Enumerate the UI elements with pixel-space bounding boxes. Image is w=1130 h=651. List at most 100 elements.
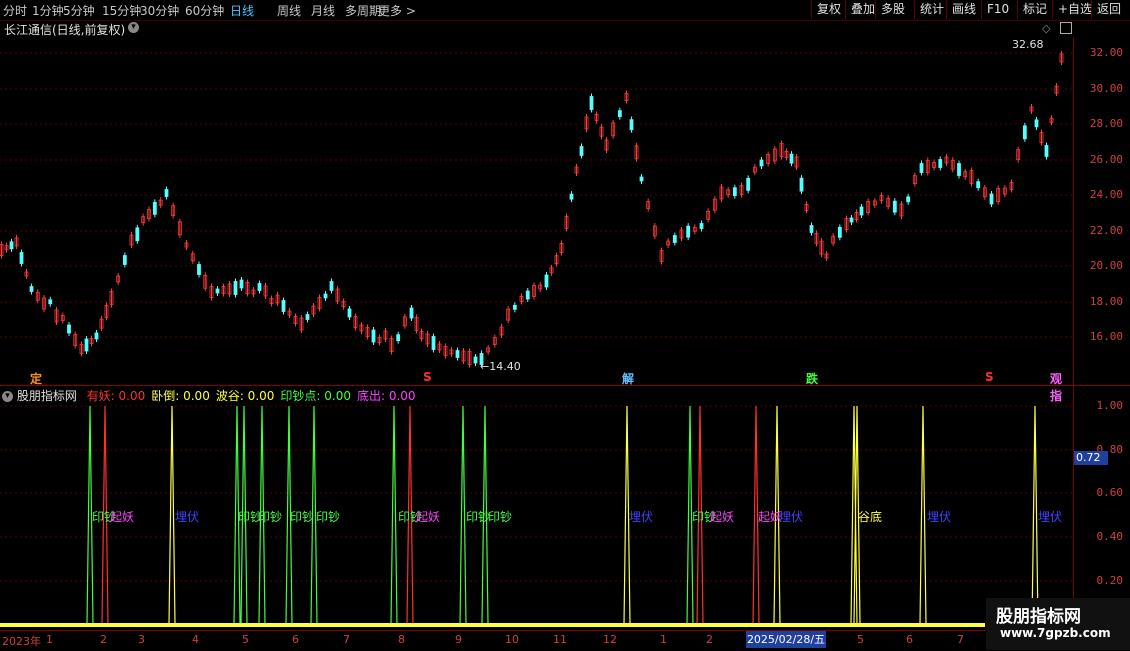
date-tick: 2 (706, 633, 713, 646)
candle-body (281, 300, 286, 312)
date-tick: 3 (138, 633, 145, 646)
date-tick: 2023年 (2, 635, 41, 648)
date-tick: 6 (906, 633, 913, 646)
candle-body (617, 110, 622, 118)
candle-body (544, 274, 549, 288)
indicator-tick: 0.20 (1096, 574, 1124, 587)
toolbar-button-5[interactable]: F10 (981, 0, 1014, 19)
candle-body (957, 163, 961, 176)
period-tab-1[interactable]: 1分钟 (32, 2, 64, 19)
indicator-signal-label: 谷底 (858, 510, 883, 524)
period-tab-0[interactable]: 分时 (3, 2, 27, 19)
date-tick: 8 (398, 633, 405, 646)
candle-body (455, 350, 460, 358)
candle-body (579, 146, 584, 156)
toolbar-button-3[interactable]: 统计 (914, 0, 949, 19)
indicator-signal-label: 埋伏 (779, 510, 804, 524)
indicator-signal-label: 印钞 (290, 510, 315, 524)
date-axis: 2023年 1 2 3 4 5 6 7 8 9 10 11 12 1 2 5 6 7 (0, 630, 985, 651)
candle-body (197, 264, 201, 275)
price-tick: 28.00 (1089, 117, 1123, 130)
candle-body (347, 308, 352, 318)
candle-body (569, 193, 574, 200)
date-tick: 1 (660, 633, 667, 646)
stock-title: 长江通信(日线,前复权) (4, 23, 126, 37)
period-tab-3[interactable]: 15分钟 (102, 2, 141, 19)
window-icon[interactable] (1060, 22, 1072, 34)
toolbar-button-8[interactable]: 返回 (1091, 0, 1126, 19)
candle-body (94, 332, 99, 340)
candle-body (135, 227, 140, 242)
candle-body (9, 241, 14, 250)
period-tab-5[interactable]: 60分钟 (185, 2, 224, 19)
indicator-signal-label: 起妖 (416, 510, 441, 524)
candle-body (849, 217, 854, 223)
candle-body (409, 307, 414, 319)
candle-body (938, 159, 943, 168)
candle-body (989, 193, 994, 205)
toolbar-button-6[interactable]: 标记 (1017, 0, 1052, 19)
candle-body (371, 329, 376, 343)
indicator-signal-label: 埋伏 (629, 510, 654, 524)
candle-body (512, 304, 517, 310)
candle-body (1034, 119, 1039, 128)
candle-body (699, 223, 704, 229)
candle-body (809, 225, 814, 233)
logo-url: www.7gpzb.com (1000, 626, 1111, 640)
date-tick: 12 (603, 633, 617, 646)
indicator-tick: 0.60 (1096, 486, 1124, 499)
candle-body (84, 338, 89, 352)
high-price-label: 32.68 (1012, 38, 1044, 51)
signal-marks: 定 S 解跌 S 观指 (0, 370, 1073, 403)
period-tab-10[interactable]: 更多 > (378, 2, 416, 19)
price-tick: 20.00 (1089, 259, 1123, 272)
candlestick-chart[interactable] (0, 37, 1073, 385)
indicator-signal-label: 埋伏 (1038, 510, 1063, 524)
candle-body (473, 356, 478, 364)
period-tab-9[interactable]: 多周期 (345, 2, 381, 19)
price-tick: 24.00 (1089, 188, 1123, 201)
candle-body (48, 299, 53, 305)
candle-body (906, 196, 911, 203)
crosshair-date: 2025/02/28/五 (746, 631, 826, 648)
period-tab-4[interactable]: 30分钟 (140, 2, 179, 19)
signal-mark: S (423, 370, 432, 384)
candle-body (799, 177, 804, 192)
candle-body (672, 235, 677, 243)
period-tab-7[interactable]: 周线 (277, 2, 301, 19)
chevron-down-icon[interactable]: ▾ (128, 22, 139, 33)
candle-body (525, 290, 530, 300)
diamond-icon[interactable]: ◇ (1042, 22, 1050, 35)
price-tick: 30.00 (1089, 82, 1123, 95)
toolbar-button-0[interactable]: 复权 (811, 0, 846, 19)
indicator-signal-label: 印钞 (316, 510, 341, 524)
period-tab-6[interactable]: 日线 (230, 2, 254, 19)
date-tick: 7 (957, 633, 964, 646)
candle-body (257, 283, 262, 291)
indicator-signal-label: 埋伏 (175, 510, 200, 524)
candle-body (732, 187, 737, 197)
candle-body (837, 226, 842, 238)
indicator-tick: 0.40 (1096, 530, 1124, 543)
candle-body (152, 201, 157, 215)
price-tick: 18.00 (1089, 295, 1123, 308)
date-tick: 6 (292, 633, 299, 646)
period-tab-8[interactable]: 月线 (311, 2, 335, 19)
date-tick: 1 (46, 633, 53, 646)
candle-body (67, 324, 71, 334)
indicator-baseline (0, 623, 985, 627)
toolbar-button-4[interactable]: 画线 (946, 0, 981, 19)
candle-body (122, 255, 127, 265)
candle-body (329, 281, 334, 291)
candle-body (29, 286, 34, 292)
toolbar-button-2[interactable]: 多股 (875, 0, 910, 19)
period-tab-2[interactable]: 5分钟 (63, 2, 95, 19)
candle-body (305, 314, 310, 320)
candle-body (919, 163, 924, 173)
date-tick: 9 (455, 633, 462, 646)
candle-body (431, 336, 436, 350)
candle-body (789, 153, 794, 164)
indicator-tick: 1.00 (1096, 399, 1124, 412)
candle-body (759, 159, 764, 167)
logo-name: 股朋指标网 (996, 607, 1081, 627)
